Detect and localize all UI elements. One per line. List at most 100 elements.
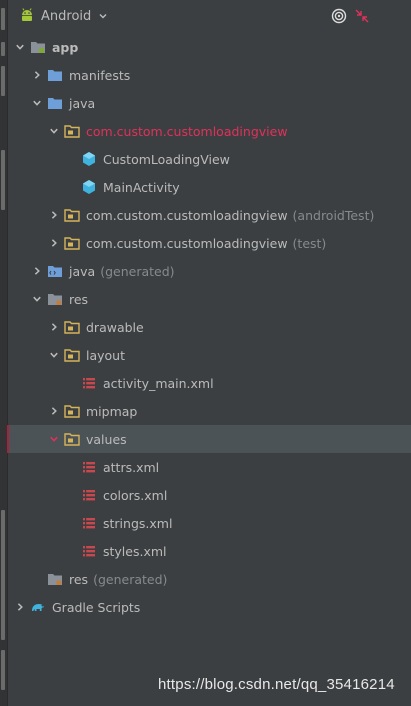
- project-tree: app manifests java com.custom.customloading…: [7, 33, 411, 621]
- tree-row-label: styles.xml: [103, 543, 167, 559]
- chevron-down-icon[interactable]: [47, 348, 61, 362]
- folder-icon: [47, 67, 63, 83]
- tree-row-label: app: [52, 39, 79, 55]
- tree-row[interactable]: colors.xml: [7, 481, 411, 509]
- chevron-down-icon[interactable]: [13, 40, 27, 54]
- tree-row-label: java: [69, 263, 96, 279]
- chevron-down-icon[interactable]: [30, 96, 44, 110]
- package-icon: [64, 319, 80, 335]
- target-icon[interactable]: [331, 8, 347, 27]
- package-icon: [64, 431, 80, 447]
- tree-row[interactable]: layout: [7, 341, 411, 369]
- tree-row[interactable]: strings.xml: [7, 509, 411, 537]
- tree-row-label: mipmap: [86, 403, 138, 419]
- res-folder-icon: [47, 571, 63, 587]
- tree-row-label: res: [69, 571, 89, 587]
- tree-row-label: com.custom.customloadingview: [86, 123, 288, 139]
- tree-row[interactable]: com.custom.customloadingview (androidTest…: [7, 201, 411, 229]
- collapse-icon[interactable]: [354, 8, 370, 27]
- tree-row-label: MainActivity: [103, 179, 180, 195]
- chevron-down-icon[interactable]: [47, 124, 61, 138]
- xml-file-icon: [81, 543, 97, 559]
- gradle-icon: [30, 599, 46, 615]
- chevron-down-icon[interactable]: [30, 292, 44, 306]
- chevron-right-icon[interactable]: [47, 236, 61, 250]
- tool-strip-mark: [1, 510, 5, 640]
- package-icon: [64, 403, 80, 419]
- tree-row[interactable]: values: [7, 425, 411, 453]
- tree-row[interactable]: res: [7, 285, 411, 313]
- tree-row-label: com.custom.customloadingview: [86, 235, 288, 251]
- tree-row-label: strings.xml: [103, 515, 173, 531]
- tree-row-suffix: (androidTest): [292, 207, 375, 223]
- tool-strip-mark: [1, 650, 5, 690]
- chevron-right-icon[interactable]: [47, 404, 61, 418]
- chevron-right-icon[interactable]: [13, 600, 27, 614]
- tree-row-label: java: [69, 95, 96, 111]
- chevron-right-icon[interactable]: [30, 264, 44, 278]
- tool-strip-mark: [1, 66, 5, 96]
- tree-row-label: CustomLoadingView: [103, 151, 230, 167]
- class-icon: [81, 151, 97, 167]
- package-icon: [64, 347, 80, 363]
- tree-row-suffix: (test): [292, 235, 327, 251]
- chevron-right-icon[interactable]: [30, 68, 44, 82]
- tree-row[interactable]: com.custom.customloadingview: [7, 117, 411, 145]
- tree-row[interactable]: CustomLoadingView: [7, 145, 411, 173]
- tree-row-label: res: [69, 291, 89, 307]
- watermark: https://blog.csdn.net/qq_35416214: [158, 676, 395, 693]
- tree-row-label: attrs.xml: [103, 459, 160, 475]
- chevron-down-icon[interactable]: [98, 9, 108, 24]
- chevron-right-icon[interactable]: [47, 320, 61, 334]
- tree-row-suffix: (generated): [93, 571, 168, 587]
- tree-row[interactable]: activity_main.xml: [7, 369, 411, 397]
- tree-row[interactable]: MainActivity: [7, 173, 411, 201]
- chevron-down-icon[interactable]: [47, 432, 61, 446]
- xml-file-icon: [81, 515, 97, 531]
- tree-row-label: activity_main.xml: [103, 375, 214, 391]
- tree-row[interactable]: java: [7, 89, 411, 117]
- res-folder-icon: [47, 291, 63, 307]
- tool-strip-mark: [1, 150, 5, 210]
- tree-row-label: values: [86, 431, 127, 447]
- chevron-right-icon[interactable]: [47, 208, 61, 222]
- tree-row[interactable]: manifests: [7, 61, 411, 89]
- tree-row-label: com.custom.customloadingview: [86, 207, 288, 223]
- tree-row-suffix: (generated): [100, 263, 175, 279]
- package-icon: [64, 123, 80, 139]
- tool-strip-mark: [1, 42, 5, 56]
- package-icon: [64, 207, 80, 223]
- project-view-toolbar: Android: [7, 0, 411, 33]
- project-view-selector[interactable]: Android: [41, 9, 91, 24]
- tool-strip-mark: [1, 8, 5, 30]
- class-icon: [81, 179, 97, 195]
- tree-row[interactable]: attrs.xml: [7, 453, 411, 481]
- xml-file-icon: [81, 375, 97, 391]
- tree-row[interactable]: java (generated): [7, 257, 411, 285]
- tree-row[interactable]: Gradle Scripts: [7, 593, 411, 621]
- folder-icon: [47, 95, 63, 111]
- tree-row-label: manifests: [69, 67, 131, 83]
- generated-folder-icon: [47, 263, 63, 279]
- tree-row-label: colors.xml: [103, 487, 168, 503]
- selection-indicator: [7, 425, 9, 453]
- tree-row[interactable]: res (generated): [7, 565, 411, 593]
- tree-row-label: layout: [86, 347, 126, 363]
- tree-row[interactable]: com.custom.customloadingview (test): [7, 229, 411, 257]
- tree-row[interactable]: drawable: [7, 313, 411, 341]
- tree-row[interactable]: styles.xml: [7, 537, 411, 565]
- tree-row-label: drawable: [86, 319, 144, 335]
- tree-row[interactable]: app: [7, 33, 411, 61]
- xml-file-icon: [81, 487, 97, 503]
- tree-row[interactable]: mipmap: [7, 397, 411, 425]
- tree-row-label: Gradle Scripts: [52, 599, 141, 615]
- android-icon: [19, 7, 35, 26]
